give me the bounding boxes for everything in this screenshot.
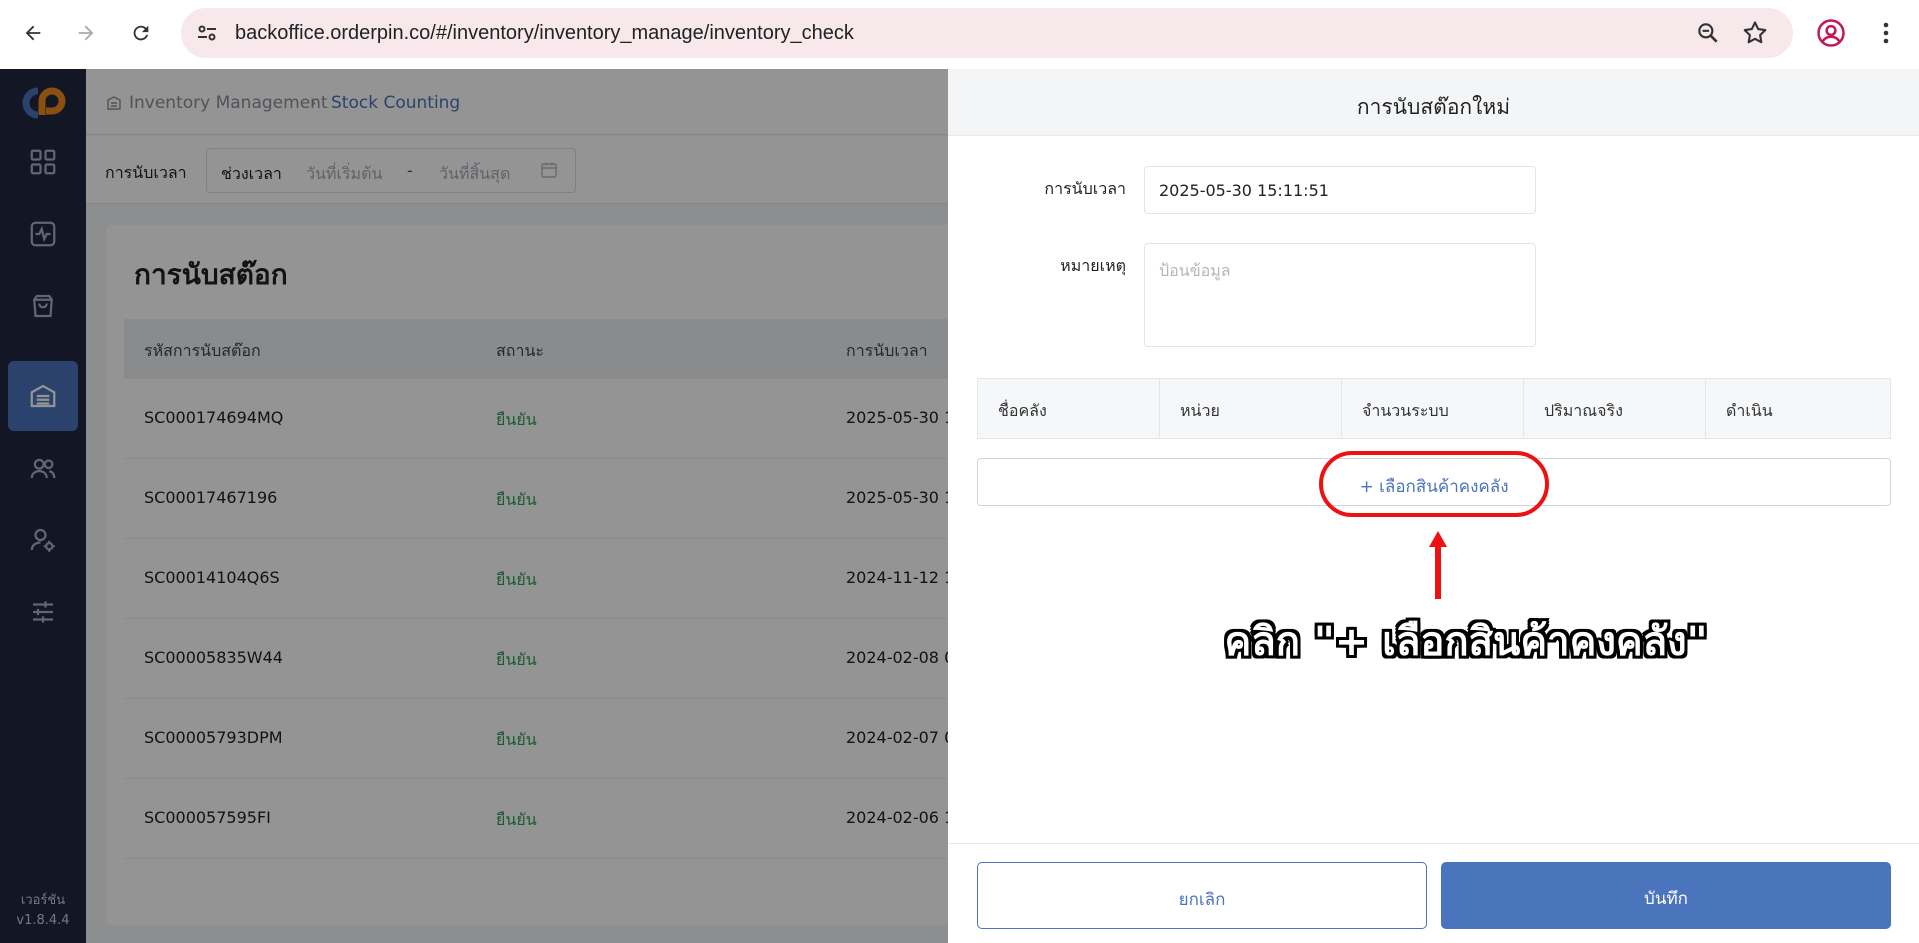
zoom-icon[interactable]: [1695, 20, 1721, 46]
column-header-warehouse: ชื่อคลัง: [978, 379, 1160, 438]
bookmark-star-icon[interactable]: [1741, 19, 1769, 47]
time-value: 2025-05-30 15:11:51: [1159, 181, 1329, 200]
instruction-annotation: คลิก "+ เลือกสินค้าคงคลัง": [1224, 619, 1708, 665]
column-header-actual-qty: ปริมาณจริง: [1524, 379, 1706, 438]
save-label: บันทึก: [1644, 889, 1688, 909]
items-table-header: ชื่อคลัง หน่วย จำนวนระบบ ปริมาณจริง ดำเน…: [977, 378, 1891, 439]
column-header-action: ดำเนิน: [1726, 401, 1773, 420]
highlight-circle: [1319, 451, 1549, 517]
address-bar[interactable]: backoffice.orderpin.co/#/inventory/inven…: [181, 8, 1793, 58]
url-text[interactable]: backoffice.orderpin.co/#/inventory/inven…: [235, 22, 854, 45]
column-header-unit: หน่วย: [1160, 379, 1342, 438]
reload-icon[interactable]: [124, 16, 158, 50]
note-textarea[interactable]: ป้อนข้อมูล: [1144, 243, 1536, 347]
column-header-system-qty: จำนวนระบบ: [1342, 379, 1524, 438]
modal-overlay[interactable]: [0, 69, 948, 943]
cancel-button[interactable]: ยกเลิก: [977, 862, 1427, 929]
profile-icon[interactable]: [1816, 18, 1846, 48]
drawer-title: การนับสต๊อกใหม่: [1356, 95, 1511, 119]
back-icon[interactable]: [16, 16, 50, 50]
note-label: หมายเหตุ: [1060, 256, 1126, 275]
browser-toolbar: backoffice.orderpin.co/#/inventory/inven…: [0, 0, 1919, 69]
save-button[interactable]: บันทึก: [1441, 862, 1891, 929]
site-settings-icon[interactable]: [195, 21, 219, 45]
time-input[interactable]: 2025-05-30 15:11:51: [1144, 166, 1536, 214]
forward-icon[interactable]: [69, 16, 103, 50]
new-stock-count-drawer: การนับสต๊อกใหม่ การนับเวลา 2025-05-30 15…: [948, 69, 1919, 943]
time-label: การนับเวลา: [1044, 179, 1126, 198]
browser-menu-icon[interactable]: [1874, 18, 1898, 48]
arrow-up-icon: [1429, 531, 1447, 599]
drawer-header: การนับสต๊อกใหม่: [948, 69, 1919, 136]
note-placeholder: ป้อนข้อมูล: [1159, 261, 1231, 280]
cancel-label: ยกเลิก: [1178, 890, 1226, 910]
drawer-footer: ยกเลิก บันทึก: [948, 843, 1919, 943]
